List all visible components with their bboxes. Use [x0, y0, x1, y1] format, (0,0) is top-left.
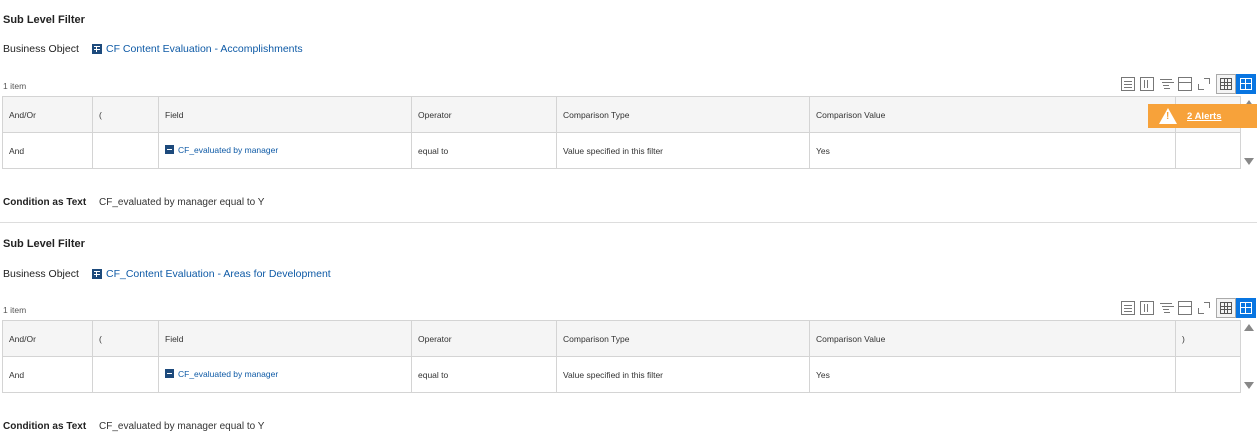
cell-and-or: And	[2, 356, 93, 393]
table-header-row: And/Or ( Field Operator Comparison Type …	[2, 320, 1241, 357]
alerts-badge[interactable]: 2 Alerts	[1148, 104, 1257, 128]
section-title: Sub Level Filter	[3, 238, 85, 250]
cell-close-paren	[1175, 132, 1241, 169]
business-object-link[interactable]: CF_Content Evaluation - Areas for Develo…	[92, 268, 331, 280]
filter-table: And/Or ( Field Operator Comparison Type …	[2, 96, 1241, 169]
business-object-link[interactable]: CF Content Evaluation - Accomplishments	[92, 43, 303, 55]
cell-comparison-value: Yes	[809, 132, 1176, 169]
cell-field: CF_evaluated by manager	[158, 356, 412, 393]
column-settings-icon[interactable]	[1178, 301, 1192, 315]
cell-comparison-type: Value specified in this filter	[556, 132, 810, 169]
business-object-label: Business Object	[3, 268, 79, 280]
column-header-comparison-value[interactable]: Comparison Value	[809, 320, 1176, 357]
grid-toolbar	[1121, 297, 1256, 319]
filter-icon[interactable]	[1159, 77, 1173, 91]
scroll-down-icon[interactable]	[1244, 158, 1254, 165]
column-header-comparison-type[interactable]: Comparison Type	[556, 320, 810, 357]
cell-close-paren	[1175, 356, 1241, 393]
field-link-text: CF_evaluated by manager	[178, 368, 279, 379]
column-header-and-or[interactable]: And/Or	[2, 96, 93, 133]
table-view-button[interactable]	[1216, 298, 1236, 318]
table-view-icon	[1220, 302, 1232, 314]
alerts-label[interactable]: 2 Alerts	[1187, 111, 1222, 122]
cell-comparison-value: Yes	[809, 356, 1176, 393]
cell-and-or: And	[2, 132, 93, 169]
cell-open-paren	[92, 132, 159, 169]
item-count: 1 item	[3, 305, 27, 315]
column-header-comparison-value[interactable]: Comparison Value	[809, 96, 1176, 133]
export-pdf-icon[interactable]	[1140, 77, 1154, 91]
column-header-open-paren[interactable]: (	[92, 96, 159, 133]
scroll-up-icon[interactable]	[1244, 324, 1254, 331]
business-object-label: Business Object	[3, 43, 79, 55]
export-pdf-icon[interactable]	[1140, 301, 1154, 315]
export-excel-icon[interactable]	[1121, 301, 1135, 315]
grid-view-button[interactable]	[1236, 298, 1256, 318]
grid-toolbar	[1121, 73, 1256, 95]
field-icon	[165, 145, 174, 155]
condition-label: Condition as Text	[3, 421, 87, 432]
column-header-field[interactable]: Field	[158, 96, 412, 133]
business-object-icon	[92, 44, 102, 54]
cell-operator: equal to	[411, 132, 557, 169]
condition-value: CF_evaluated by manager equal to Y	[99, 421, 265, 432]
filter-table: And/Or ( Field Operator Comparison Type …	[2, 320, 1241, 393]
field-link[interactable]: CF_evaluated by manager	[165, 145, 278, 155]
warning-icon	[1159, 108, 1177, 124]
column-header-operator[interactable]: Operator	[411, 96, 557, 133]
field-link-text: CF_evaluated by manager	[178, 144, 279, 155]
table-row: And CF_evaluated by manager equal to Val…	[2, 356, 1241, 393]
section-divider	[0, 222, 1257, 223]
column-header-open-paren[interactable]: (	[92, 320, 159, 357]
sub-level-filter-section-1: Sub Level Filter Business Object CF Cont…	[0, 0, 1257, 222]
column-header-field[interactable]: Field	[158, 320, 412, 357]
table-header-row: And/Or ( Field Operator Comparison Type …	[2, 96, 1241, 133]
section-title: Sub Level Filter	[3, 14, 85, 26]
field-icon	[165, 369, 174, 379]
fullscreen-icon[interactable]	[1197, 77, 1211, 91]
column-header-and-or[interactable]: And/Or	[2, 320, 93, 357]
sub-level-filter-section-2: Sub Level Filter Business Object CF_Cont…	[0, 224, 1257, 446]
cell-open-paren	[92, 356, 159, 393]
column-settings-icon[interactable]	[1178, 77, 1192, 91]
business-object-value: CF Content Evaluation - Accomplishments	[106, 43, 303, 55]
grid-view-icon	[1240, 78, 1252, 90]
filter-icon[interactable]	[1159, 301, 1173, 315]
condition-value: CF_evaluated by manager equal to Y	[99, 197, 265, 208]
table-row: And CF_evaluated by manager equal to Val…	[2, 132, 1241, 169]
table-view-button[interactable]	[1216, 74, 1236, 94]
column-header-close-paren[interactable]: )	[1175, 320, 1241, 357]
grid-view-button[interactable]	[1236, 74, 1256, 94]
scroll-down-icon[interactable]	[1244, 382, 1254, 389]
cell-operator: equal to	[411, 356, 557, 393]
business-object-icon	[92, 269, 102, 279]
condition-label: Condition as Text	[3, 197, 87, 208]
field-link[interactable]: CF_evaluated by manager	[165, 369, 278, 379]
fullscreen-icon[interactable]	[1197, 301, 1211, 315]
column-header-operator[interactable]: Operator	[411, 320, 557, 357]
table-view-icon	[1220, 78, 1232, 90]
business-object-value: CF_Content Evaluation - Areas for Develo…	[106, 268, 331, 280]
cell-comparison-type: Value specified in this filter	[556, 356, 810, 393]
item-count: 1 item	[3, 81, 27, 91]
cell-field: CF_evaluated by manager	[158, 132, 412, 169]
column-header-comparison-type[interactable]: Comparison Type	[556, 96, 810, 133]
grid-view-icon	[1240, 302, 1252, 314]
export-excel-icon[interactable]	[1121, 77, 1135, 91]
table-scrollbar[interactable]	[1243, 322, 1255, 392]
